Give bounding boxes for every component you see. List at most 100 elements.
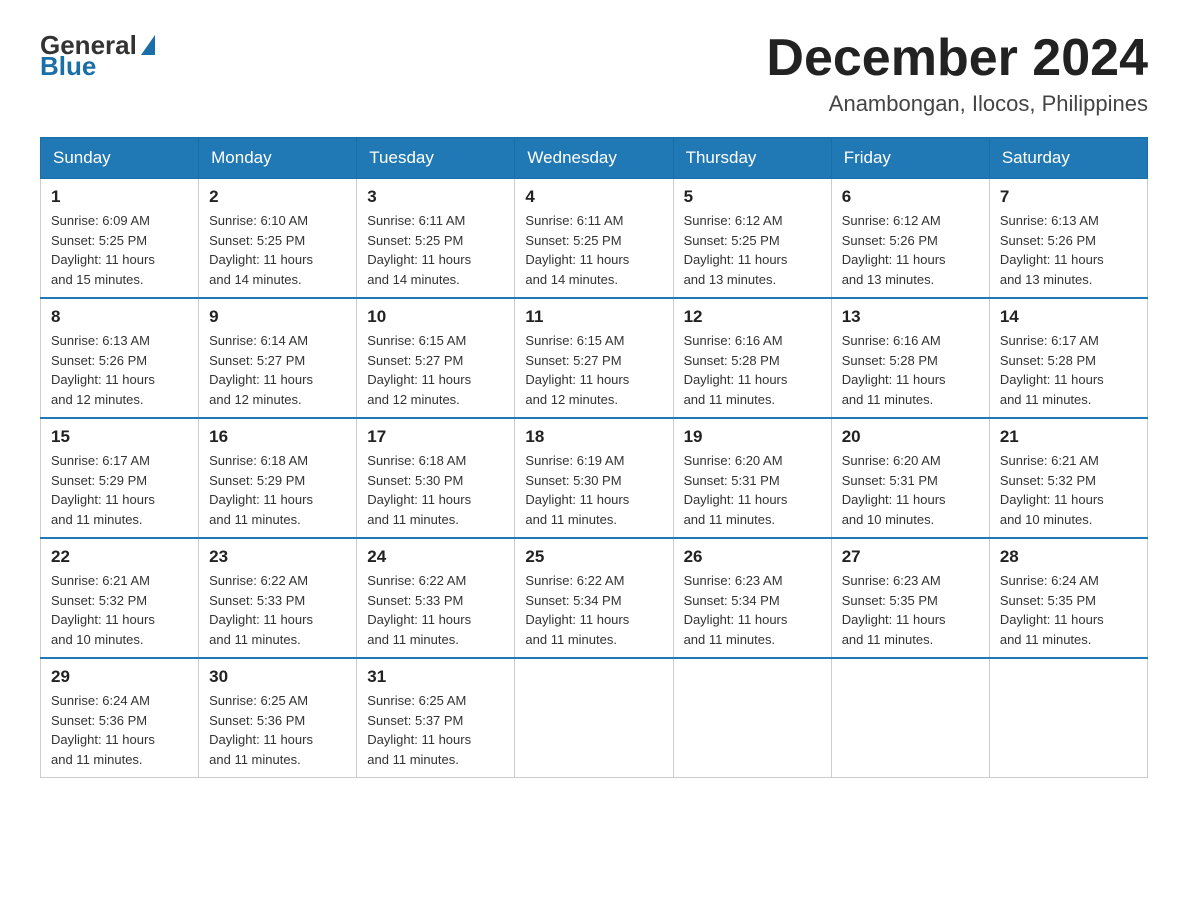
calendar-day-cell: 16 Sunrise: 6:18 AM Sunset: 5:29 PM Dayli… [199,418,357,538]
calendar-week-row: 8 Sunrise: 6:13 AM Sunset: 5:26 PM Daylig… [41,298,1148,418]
calendar-day-cell: 30 Sunrise: 6:25 AM Sunset: 5:36 PM Dayli… [199,658,357,778]
day-info: Sunrise: 6:23 AM Sunset: 5:35 PM Dayligh… [842,571,979,649]
day-info: Sunrise: 6:24 AM Sunset: 5:36 PM Dayligh… [51,691,188,769]
day-info: Sunrise: 6:10 AM Sunset: 5:25 PM Dayligh… [209,211,346,289]
calendar-day-cell: 14 Sunrise: 6:17 AM Sunset: 5:28 PM Dayli… [989,298,1147,418]
calendar-day-cell: 18Sunrise: 6:19 AM Sunset: 5:30 PM Dayli… [515,418,673,538]
header-sunday: Sunday [41,138,199,179]
day-info: Sunrise: 6:15 AM Sunset: 5:27 PM Dayligh… [367,331,504,409]
day-info: Sunrise: 6:09 AM Sunset: 5:25 PM Dayligh… [51,211,188,289]
day-number: 5 [684,187,821,207]
calendar-day-cell: 26Sunrise: 6:23 AM Sunset: 5:34 PM Dayli… [673,538,831,658]
calendar-day-cell: 12 Sunrise: 6:16 AM Sunset: 5:28 PM Dayli… [673,298,831,418]
day-number: 28 [1000,547,1137,567]
calendar-day-cell: 8 Sunrise: 6:13 AM Sunset: 5:26 PM Daylig… [41,298,199,418]
calendar-day-cell: 13 Sunrise: 6:16 AM Sunset: 5:28 PM Dayli… [831,298,989,418]
page-header: General Blue December 2024 Anambongan, I… [40,30,1148,117]
day-info: Sunrise: 6:15 AM Sunset: 5:27 PM Dayligh… [525,331,662,409]
day-info: Sunrise: 6:11 AM Sunset: 5:25 PM Dayligh… [525,211,662,289]
day-number: 30 [209,667,346,687]
calendar-day-cell: 1 Sunrise: 6:09 AM Sunset: 5:25 PM Daylig… [41,179,199,299]
day-number: 3 [367,187,504,207]
day-info: Sunrise: 6:25 AM Sunset: 5:36 PM Dayligh… [209,691,346,769]
calendar-day-cell: 19Sunrise: 6:20 AM Sunset: 5:31 PM Dayli… [673,418,831,538]
calendar-week-row: 1 Sunrise: 6:09 AM Sunset: 5:25 PM Daylig… [41,179,1148,299]
day-number: 17 [367,427,504,447]
day-info: Sunrise: 6:20 AM Sunset: 5:31 PM Dayligh… [842,451,979,529]
day-number: 20 [842,427,979,447]
calendar-day-cell [989,658,1147,778]
calendar-week-row: 15 Sunrise: 6:17 AM Sunset: 5:29 PM Dayli… [41,418,1148,538]
calendar-day-cell: 31Sunrise: 6:25 AM Sunset: 5:37 PM Dayli… [357,658,515,778]
day-number: 14 [1000,307,1137,327]
day-info: Sunrise: 6:12 AM Sunset: 5:26 PM Dayligh… [842,211,979,289]
day-number: 7 [1000,187,1137,207]
header-saturday: Saturday [989,138,1147,179]
day-info: Sunrise: 6:22 AM Sunset: 5:33 PM Dayligh… [367,571,504,649]
day-info: Sunrise: 6:17 AM Sunset: 5:29 PM Dayligh… [51,451,188,529]
day-info: Sunrise: 6:17 AM Sunset: 5:28 PM Dayligh… [1000,331,1137,409]
calendar-day-cell: 10Sunrise: 6:15 AM Sunset: 5:27 PM Dayli… [357,298,515,418]
day-number: 6 [842,187,979,207]
calendar-table: SundayMondayTuesdayWednesdayThursdayFrid… [40,137,1148,778]
location-subtitle: Anambongan, Ilocos, Philippines [766,91,1148,117]
day-info: Sunrise: 6:23 AM Sunset: 5:34 PM Dayligh… [684,571,821,649]
calendar-day-cell: 3 Sunrise: 6:11 AM Sunset: 5:25 PM Daylig… [357,179,515,299]
logo: General Blue [40,30,155,82]
day-number: 24 [367,547,504,567]
day-number: 25 [525,547,662,567]
day-number: 8 [51,307,188,327]
day-info: Sunrise: 6:24 AM Sunset: 5:35 PM Dayligh… [1000,571,1137,649]
header-monday: Monday [199,138,357,179]
day-number: 18 [525,427,662,447]
calendar-day-cell: 7 Sunrise: 6:13 AM Sunset: 5:26 PM Daylig… [989,179,1147,299]
calendar-day-cell: 21 Sunrise: 6:21 AM Sunset: 5:32 PM Dayli… [989,418,1147,538]
day-number: 15 [51,427,188,447]
day-info: Sunrise: 6:16 AM Sunset: 5:28 PM Dayligh… [842,331,979,409]
calendar-day-cell: 25 Sunrise: 6:22 AM Sunset: 5:34 PM Dayli… [515,538,673,658]
calendar-day-cell [831,658,989,778]
header-wednesday: Wednesday [515,138,673,179]
calendar-day-cell: 27 Sunrise: 6:23 AM Sunset: 5:35 PM Dayli… [831,538,989,658]
day-info: Sunrise: 6:18 AM Sunset: 5:30 PM Dayligh… [367,451,504,529]
calendar-day-cell: 22 Sunrise: 6:21 AM Sunset: 5:32 PM Dayli… [41,538,199,658]
day-info: Sunrise: 6:12 AM Sunset: 5:25 PM Dayligh… [684,211,821,289]
title-section: December 2024 Anambongan, Ilocos, Philip… [766,30,1148,117]
day-number: 2 [209,187,346,207]
day-info: Sunrise: 6:18 AM Sunset: 5:29 PM Dayligh… [209,451,346,529]
day-number: 4 [525,187,662,207]
day-info: Sunrise: 6:16 AM Sunset: 5:28 PM Dayligh… [684,331,821,409]
day-number: 13 [842,307,979,327]
day-info: Sunrise: 6:22 AM Sunset: 5:34 PM Dayligh… [525,571,662,649]
day-number: 21 [1000,427,1137,447]
month-year-title: December 2024 [766,30,1148,87]
header-thursday: Thursday [673,138,831,179]
calendar-day-cell [515,658,673,778]
header-friday: Friday [831,138,989,179]
day-info: Sunrise: 6:21 AM Sunset: 5:32 PM Dayligh… [51,571,188,649]
day-info: Sunrise: 6:11 AM Sunset: 5:25 PM Dayligh… [367,211,504,289]
calendar-day-cell: 29 Sunrise: 6:24 AM Sunset: 5:36 PM Dayli… [41,658,199,778]
day-number: 22 [51,547,188,567]
day-info: Sunrise: 6:13 AM Sunset: 5:26 PM Dayligh… [1000,211,1137,289]
logo-triangle-icon [141,35,155,55]
calendar-day-cell: 2 Sunrise: 6:10 AM Sunset: 5:25 PM Daylig… [199,179,357,299]
day-info: Sunrise: 6:13 AM Sunset: 5:26 PM Dayligh… [51,331,188,409]
day-number: 19 [684,427,821,447]
day-number: 16 [209,427,346,447]
day-number: 27 [842,547,979,567]
day-info: Sunrise: 6:21 AM Sunset: 5:32 PM Dayligh… [1000,451,1137,529]
day-number: 29 [51,667,188,687]
day-number: 31 [367,667,504,687]
day-number: 1 [51,187,188,207]
calendar-day-cell: 15 Sunrise: 6:17 AM Sunset: 5:29 PM Dayli… [41,418,199,538]
calendar-day-cell: 23Sunrise: 6:22 AM Sunset: 5:33 PM Dayli… [199,538,357,658]
calendar-day-cell: 4 Sunrise: 6:11 AM Sunset: 5:25 PM Daylig… [515,179,673,299]
day-number: 9 [209,307,346,327]
calendar-header-row: SundayMondayTuesdayWednesdayThursdayFrid… [41,138,1148,179]
calendar-day-cell: 24 Sunrise: 6:22 AM Sunset: 5:33 PM Dayli… [357,538,515,658]
calendar-day-cell: 11Sunrise: 6:15 AM Sunset: 5:27 PM Dayli… [515,298,673,418]
day-info: Sunrise: 6:14 AM Sunset: 5:27 PM Dayligh… [209,331,346,409]
day-number: 12 [684,307,821,327]
day-info: Sunrise: 6:22 AM Sunset: 5:33 PM Dayligh… [209,571,346,649]
